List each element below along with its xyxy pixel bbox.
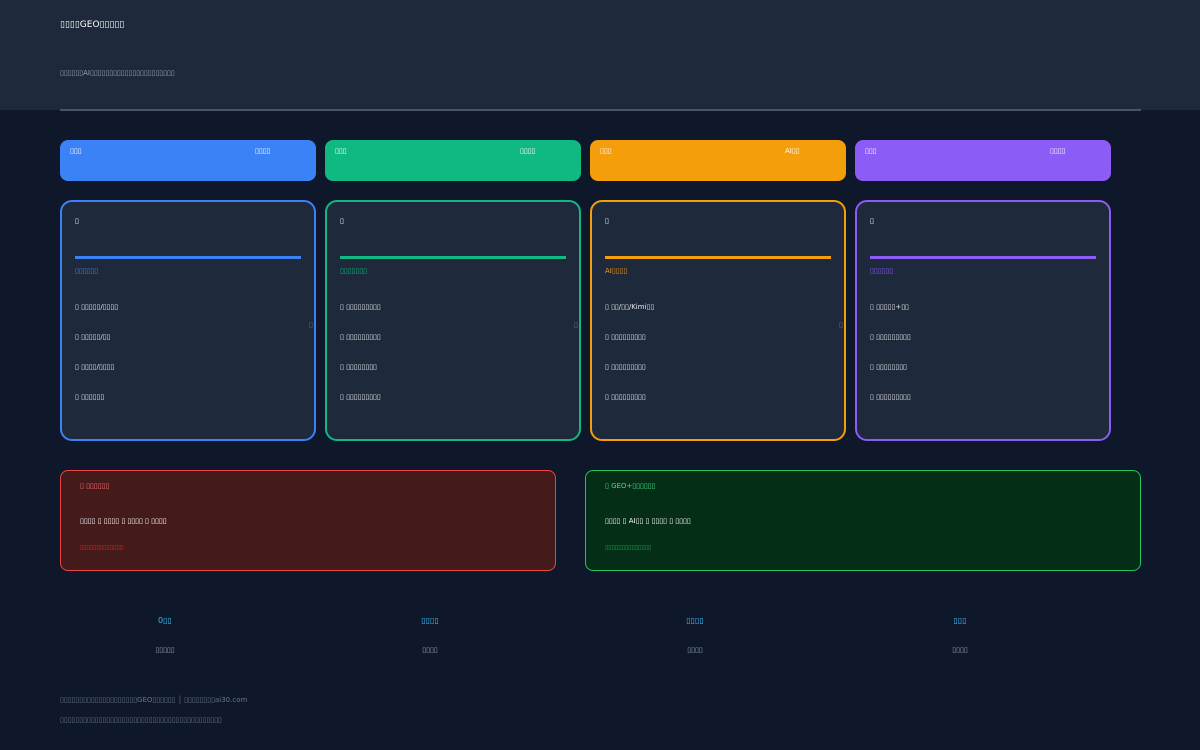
card-accent-bar [75,256,301,259]
step-4-pill: ▯▯▯ ▯▯▯▯ [855,140,1111,181]
step-number: ▯▯▯ [70,147,82,155]
card-item: ▯ ▯▯▯▯▯▯▯▯▯ [870,393,911,401]
comparison-note: ▯▯▯▯▯▯▯▯▯▯▯▯▯ [80,544,123,551]
header-divider [60,109,1141,111]
card-accent-bar [340,256,566,259]
card-item: ▯ ▯▯▯▯▯▯▯▯ [340,363,377,371]
step-1-icon: ▯ [75,217,79,225]
comparison-flow: ▯▯▯▯ ▯ ▯▯▯▯ ▯ ▯▯▯▯ ▯ ▯▯▯▯ [80,517,167,525]
step-name: AI▯▯ [785,147,800,155]
card-heading: AI▯▯▯▯ [605,267,628,275]
stat-3: ▯▯▯▯ ▯▯▯▯ [590,616,800,654]
stat-2: ▯▯▯▯ ▯▯▯▯ [325,616,535,654]
step-number: ▯▯▯ [335,147,347,155]
header: ▯▯▯▯GEO▯▯▯▯▯ ▯▯▯▯▯▯AI▯▯▯▯▯▯▯▯▯▯▯▯▯▯▯▯▯▯▯… [0,0,1200,111]
step-name: ▯▯▯▯ [1050,147,1066,155]
step-4-icon: ▯ [870,217,874,225]
step-number: ▯▯▯ [600,147,612,155]
card-item: ▯ ▯▯▯▯▯▯▯▯▯ [605,333,646,341]
step-name: ▯▯▯▯ [520,147,536,155]
step-1-card: ▯ ▯▯▯▯▯▯ ▯ ▯▯▯▯▯/▯▯▯▯ ▯ ▯▯▯▯▯/▯▯ ▯ ▯▯▯▯/… [60,200,316,441]
footer-line-2: ▯▯▯▯▯▯▯▯▯▯▯▯▯▯▯▯▯▯▯▯▯▯▯▯▯▯▯▯▯▯▯▯▯▯▯▯▯▯▯▯… [60,716,222,724]
comparison-title: ▯ GEO+▯▯▯▯▯▯ [605,482,656,490]
stat-label: ▯▯▯▯ [687,646,703,654]
page-title: ▯▯▯▯GEO▯▯▯▯▯ [60,20,125,30]
step-3-icon: ▯ [605,217,609,225]
stat-value: 0▯▯ [158,616,172,625]
card-item: ▯ ▯▯▯▯▯▯▯▯▯ [605,393,646,401]
card-item: ▯ ▯▯▯▯▯▯▯▯ [870,363,907,371]
card-item: ▯ ▯▯▯▯▯▯▯▯▯ [605,363,646,371]
arrow-right-icon: ▯ [839,321,843,329]
card-heading: ▯▯▯▯▯▯ [75,267,99,275]
step-3-pill: ▯▯▯ AI▯▯ [590,140,846,181]
arrow-right-icon: ▯ [309,321,313,329]
card-item: ▯ ▯▯▯▯▯+▯▯ [870,303,909,311]
stat-1: 0▯▯ ▯▯▯▯▯ [60,616,270,654]
card-accent-bar [605,256,831,259]
step-2-icon: ▯ [340,217,344,225]
card-item: ▯ ▯▯▯▯▯▯▯▯▯ [870,333,911,341]
card-heading: ▯▯▯▯▯▯ [870,267,894,275]
stat-value: ▯▯▯▯ [421,616,439,625]
stat-value: ▯▯▯▯ [686,616,704,625]
card-heading: ▯▯▯▯▯▯▯ [340,267,367,275]
step-2-card: ▯ ▯▯▯▯▯▯▯ ▯ ▯▯▯▯▯▯▯▯▯ ▯ ▯▯▯▯▯▯▯▯▯ ▯ ▯▯▯▯… [325,200,581,441]
stat-value: ▯▯▯ [953,616,967,625]
step-1-pill: ▯▯▯ ▯▯▯▯ [60,140,316,181]
card-item: ▯ ▯▯/▯▯/Kimi▯▯ [605,303,655,311]
stat-label: ▯▯▯▯▯ [155,646,175,654]
stat-label: ▯▯▯▯ [952,646,968,654]
step-4-card: ▯ ▯▯▯▯▯▯ ▯ ▯▯▯▯▯+▯▯ ▯ ▯▯▯▯▯▯▯▯▯ ▯ ▯▯▯▯▯▯… [855,200,1111,441]
card-item: ▯ ▯▯▯▯▯/▯▯ [75,333,111,341]
arrow-right-icon: ▯ [574,321,578,329]
page-subtitle: ▯▯▯▯▯▯AI▯▯▯▯▯▯▯▯▯▯▯▯▯▯▯▯▯▯▯▯▯▯ [60,69,175,77]
geo-comparison-box: ▯ GEO+▯▯▯▯▯▯ ▯▯▯▯ ▯ AI▯▯ ▯ ▯▯▯▯ ▯ ▯▯▯▯ ▯… [585,470,1141,571]
card-item: ▯ ▯▯▯▯▯▯▯▯▯ [340,333,381,341]
card-item: ▯ ▯▯▯▯▯▯▯▯▯ [340,303,381,311]
step-number: ▯▯▯ [865,147,877,155]
step-name: ▯▯▯▯ [255,147,271,155]
comparison-flow: ▯▯▯▯ ▯ AI▯▯ ▯ ▯▯▯▯ ▯ ▯▯▯▯ [605,517,691,525]
footer-line-1: ▯▯▯▯▯▯▯▯▯▯▯▯▯▯▯▯▯▯▯▯GEO▯▯▯▯▯▯ │ ▯▯▯▯▯▯▯▯… [60,696,248,704]
card-item: ▯ ▯▯▯▯▯▯▯▯▯ [340,393,381,401]
comparison-title: ▯ ▯▯▯▯▯▯ [80,482,110,490]
card-item: ▯ ▯▯▯▯▯▯ [75,393,105,401]
card-item: ▯ ▯▯▯▯▯/▯▯▯▯ [75,303,119,311]
card-accent-bar [870,256,1096,259]
traditional-comparison-box: ▯ ▯▯▯▯▯▯ ▯▯▯▯ ▯ ▯▯▯▯ ▯ ▯▯▯▯ ▯ ▯▯▯▯ ▯▯▯▯▯… [60,470,556,571]
stat-4: ▯▯▯ ▯▯▯▯ [855,616,1065,654]
card-item: ▯ ▯▯▯▯/▯▯▯▯ [75,363,115,371]
step-2-pill: ▯▯▯ ▯▯▯▯ [325,140,581,181]
stat-label: ▯▯▯▯ [422,646,438,654]
step-3-card: ▯ AI▯▯▯▯ ▯ ▯▯/▯▯/Kimi▯▯ ▯ ▯▯▯▯▯▯▯▯▯ ▯ ▯▯… [590,200,846,441]
comparison-note: ▯▯▯▯▯▯▯▯▯▯▯▯▯▯ [605,544,652,551]
